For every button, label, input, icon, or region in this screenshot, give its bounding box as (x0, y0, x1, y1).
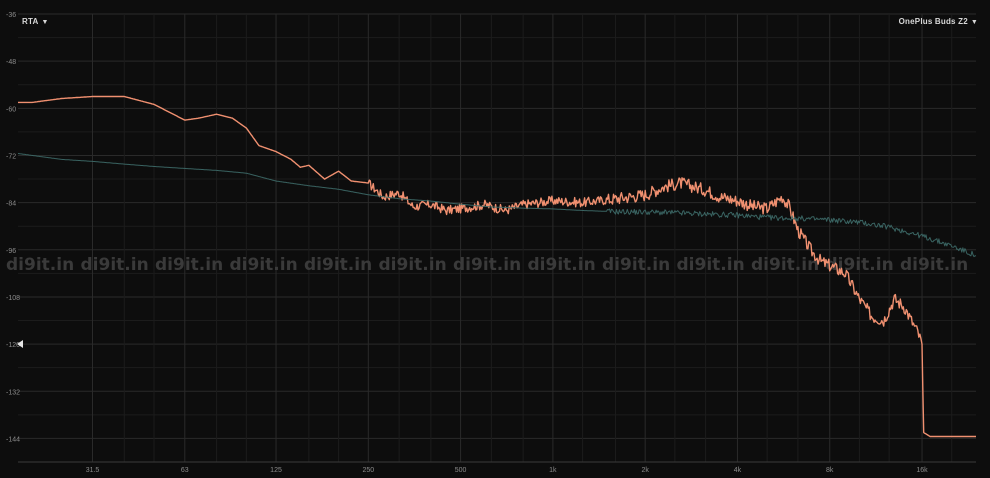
watermark-text: di9it.in (379, 255, 447, 275)
x-tick-label: 250 (362, 467, 374, 474)
level-marker-icon[interactable] (17, 340, 23, 349)
watermark-text: di9it.in (155, 255, 223, 275)
watermark-text: di9it.in (602, 255, 670, 275)
watermark-text: di9it.in (6, 255, 74, 275)
watermark-text: di9it.in (528, 255, 596, 275)
y-tick-label: -84 (6, 201, 16, 208)
y-tick-label: -108 (6, 295, 20, 302)
x-tick-label: 2k (641, 467, 649, 474)
y-tick-label: -48 (6, 59, 16, 66)
watermark-text: di9it.in (304, 255, 372, 275)
x-tick-label: 1k (549, 467, 557, 474)
rta-window: di9it.in di9it.in di9it.in di9it.in di9it.in… (0, 0, 990, 478)
watermark-text: di9it.in (900, 255, 968, 275)
watermark-text: di9it.in (453, 255, 521, 275)
x-tick-label: 31.5 (86, 467, 100, 474)
x-tick-label: 500 (455, 467, 467, 474)
watermark-text: di9it.in (751, 255, 819, 275)
watermark-text: di9it.in (826, 255, 894, 275)
rta-mode-label: RTA (22, 17, 39, 26)
plot-background (0, 0, 990, 478)
chevron-down-icon: ▼ (970, 19, 978, 26)
chevron-down-icon: ▼ (41, 19, 49, 26)
watermark-text: di9it.in (230, 255, 298, 275)
watermark-text: di9it.in (677, 255, 745, 275)
x-tick-label: 63 (181, 467, 189, 474)
x-tick-label: 4k (734, 467, 742, 474)
rta-mode-dropdown[interactable]: RTA ▼ (22, 17, 49, 26)
device-name-label: OnePlus Buds Z2 (898, 17, 968, 26)
y-tick-label: -144 (6, 436, 20, 443)
x-tick-label: 8k (826, 467, 834, 474)
frequency-response-chart: di9it.in di9it.in di9it.in di9it.in di9it.in… (0, 0, 990, 478)
x-tick-label: 125 (270, 467, 282, 474)
watermark-text: di9it.in (81, 255, 149, 275)
y-tick-label: -72 (6, 153, 16, 160)
device-dropdown[interactable]: OnePlus Buds Z2 ▼ (899, 17, 978, 26)
y-tick-label: -96 (6, 248, 16, 255)
y-tick-label: -132 (6, 389, 20, 396)
y-tick-label: -60 (6, 106, 16, 113)
y-tick-label: -36 (6, 12, 16, 19)
x-tick-label: 16k (916, 467, 928, 474)
